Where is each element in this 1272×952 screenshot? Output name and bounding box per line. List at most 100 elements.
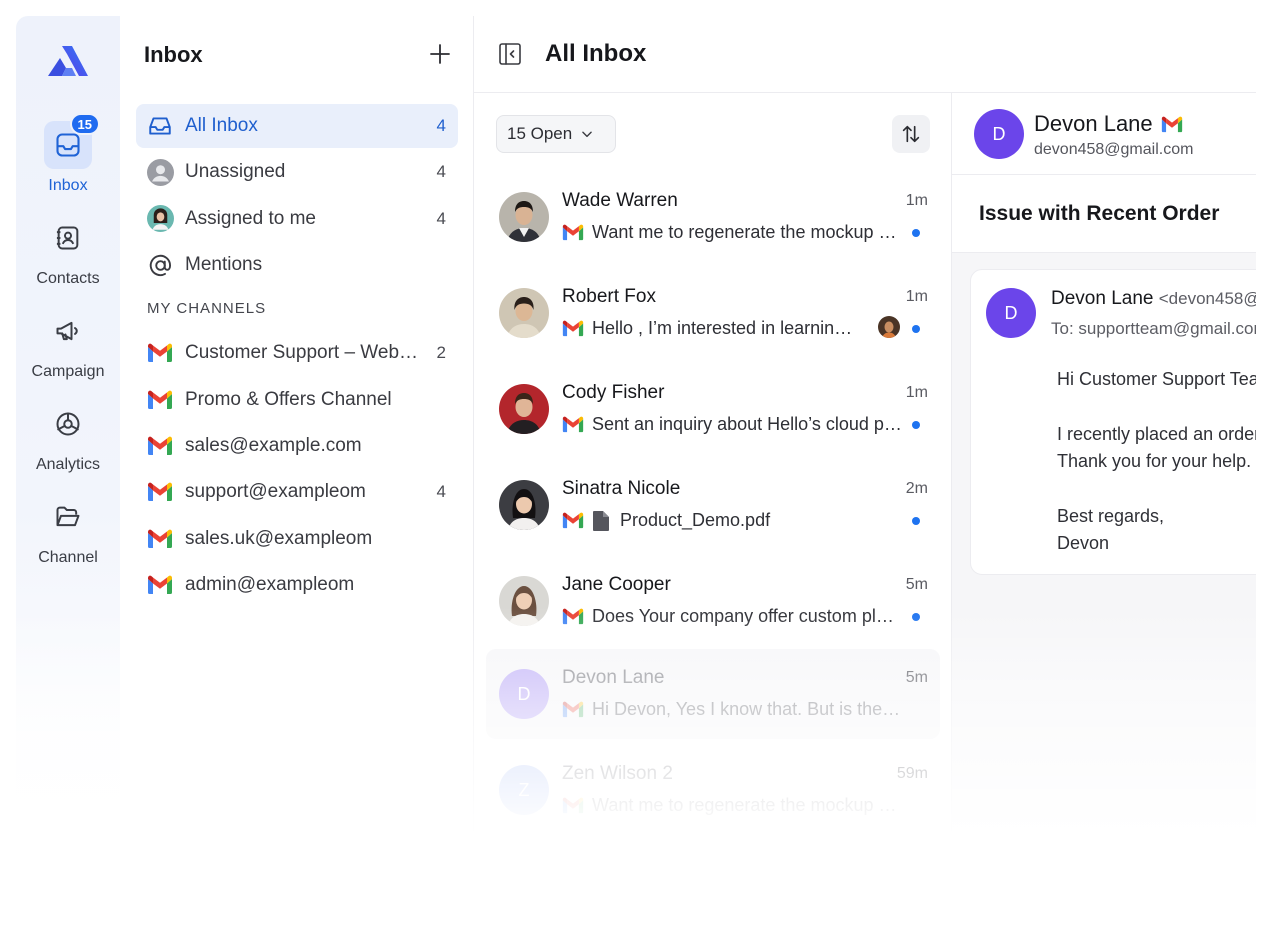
channel-count: 2 (436, 343, 446, 363)
nav-label: All Inbox (185, 115, 258, 136)
avatar (146, 205, 174, 233)
avatar (499, 384, 549, 434)
conversation-list: 15 Open Wade Warren 1m Want me to regene… (474, 93, 952, 836)
chevron-down-icon (582, 131, 593, 138)
conversation-preview: Hello , I’m interested in learning more … (562, 318, 862, 339)
gmail-icon (562, 701, 584, 718)
filter-label: 15 Open (507, 124, 573, 143)
channel-label: Customer Support – Website (185, 342, 422, 364)
app-window: 15 Inbox Contacts Campaign Analytics Cha… (16, 16, 1256, 836)
user-placeholder-icon (146, 158, 174, 186)
conversation-preview: Hi Devon, Yes I know that. But is there … (562, 699, 902, 720)
conversation-item[interactable]: D Devon Lane 5m Hi Devon, Yes I know tha… (486, 649, 940, 739)
channel-count: 4 (436, 482, 446, 502)
conversation-item[interactable]: Jane Cooper 5m Does Your company offer c… (486, 556, 940, 646)
at-sign-icon (146, 251, 174, 279)
nav-item-unassigned[interactable]: Unassigned 4 (136, 150, 458, 194)
conversation-name: Jane Cooper (562, 574, 671, 595)
status-filter-dropdown[interactable]: 15 Open (496, 115, 616, 153)
channel-item[interactable]: sales.uk@exampleom (136, 517, 458, 561)
channel-label: support@exampleom (185, 481, 366, 503)
panel-title: Inbox (144, 42, 203, 67)
conversation-preview: Does Your company offer custom plans? (562, 606, 902, 627)
nav-label: Unassigned (185, 161, 286, 183)
rail-item-inbox[interactable]: 15 Inbox (16, 113, 120, 195)
collapse-sidebar-icon[interactable] (498, 42, 522, 66)
channel-label: admin@exampleom (185, 574, 355, 596)
gmail-icon (146, 432, 174, 460)
conversation-time: 1m (905, 192, 928, 209)
unread-dot (912, 613, 920, 621)
channel-item[interactable]: support@exampleom 4 (136, 470, 458, 514)
conversation-time: 5m (905, 576, 928, 593)
conversation-name: Zen Wilson 2 (562, 763, 673, 784)
gmail-icon (146, 386, 174, 414)
nav-item-assigned-to-me[interactable]: Assigned to me 4 (136, 197, 458, 241)
nav-item-all-inbox[interactable]: All Inbox 4 (136, 104, 458, 148)
avatar: D (499, 669, 549, 719)
rail-item-campaign[interactable]: Campaign (16, 307, 120, 381)
conversation-item[interactable]: Sinatra Nicole 2m Product_Demo.pdf (486, 460, 940, 550)
sender-avatar: D (986, 288, 1036, 338)
gmail-icon (146, 525, 174, 553)
rail-item-channel[interactable]: Channel (16, 493, 120, 567)
inbox-tray-icon (146, 112, 174, 140)
rail-item-analytics[interactable]: Analytics (16, 400, 120, 474)
sort-button[interactable] (892, 115, 930, 153)
rail-item-contacts[interactable]: Contacts (16, 214, 120, 288)
channel-item[interactable]: Customer Support – Website 2 (136, 331, 458, 375)
unread-dot (912, 325, 920, 333)
rail-label: Campaign (31, 363, 105, 380)
channel-item[interactable]: Promo & Offers Channel (136, 378, 458, 422)
conversation-time: 5m (905, 669, 928, 686)
unread-dot (912, 517, 920, 525)
avatar (499, 192, 549, 242)
subject-bar: Issue with Recent Order (952, 175, 1256, 253)
folder-icon (44, 493, 92, 541)
conversation-preview: Product_Demo.pdf (562, 510, 902, 531)
add-icon[interactable] (428, 42, 452, 66)
conversation-name: Robert Fox (562, 286, 656, 307)
conversation-name: Sinatra Nicole (562, 478, 681, 499)
app-logo[interactable] (46, 44, 90, 78)
main-header: All Inbox (474, 16, 1256, 93)
rail-label: Analytics (35, 456, 101, 473)
conversation-time: 2m (905, 480, 928, 497)
nav-label: Mentions (185, 254, 263, 276)
unread-dot (912, 229, 920, 237)
gmail-icon (146, 478, 174, 506)
avatar: Z (499, 765, 549, 815)
gmail-icon (562, 608, 584, 625)
nav-count: 4 (436, 162, 446, 182)
avatar (499, 480, 549, 530)
gmail-icon (1161, 116, 1182, 132)
channel-item[interactable]: sales@example.com (136, 424, 458, 468)
avatar (499, 576, 549, 626)
message-card: D Devon Lane <devon458@gmail.com> To: su… (970, 269, 1256, 575)
gmail-icon (562, 797, 584, 814)
chart-dial-icon (44, 400, 92, 448)
nav-item-mentions[interactable]: Mentions (136, 243, 458, 287)
conversation-name: Wade Warren (562, 190, 678, 211)
conversation-item[interactable]: Cody Fisher 1m Sent an inquiry about Hel… (486, 364, 940, 454)
nav-count: 4 (436, 208, 446, 228)
gmail-icon (146, 339, 174, 367)
message-from: Devon Lane <devon458@gmail.com> (1051, 288, 1256, 309)
conversation-item[interactable]: Robert Fox 1m Hello , I’m interested in … (486, 268, 940, 358)
channel-label: sales@example.com (185, 434, 362, 456)
rail-label: Contacts (36, 270, 100, 287)
gmail-icon (146, 571, 174, 599)
conversation-preview: Want me to regenerate the mockup with th… (562, 795, 902, 816)
unread-dot (912, 421, 920, 429)
conversation-item[interactable]: Z Zen Wilson 2 59m Want me to regenerate… (486, 745, 940, 835)
channel-label: sales.uk@exampleom (185, 527, 373, 549)
conversation-preview: Sent an inquiry about Hello’s cloud plan… (562, 414, 902, 435)
conversation-item[interactable]: Wade Warren 1m Want me to regenerate the… (486, 172, 940, 262)
conversation-detail: D Devon Lane devon458@gmail.com Issue wi… (952, 93, 1256, 836)
conversation-time: 1m (905, 384, 928, 401)
sort-arrows-icon (902, 125, 920, 143)
channel-label: Promo & Offers Channel (185, 388, 392, 410)
name-count: 2 (662, 763, 673, 784)
avatar (499, 288, 549, 338)
channel-item[interactable]: admin@exampleom (136, 563, 458, 607)
